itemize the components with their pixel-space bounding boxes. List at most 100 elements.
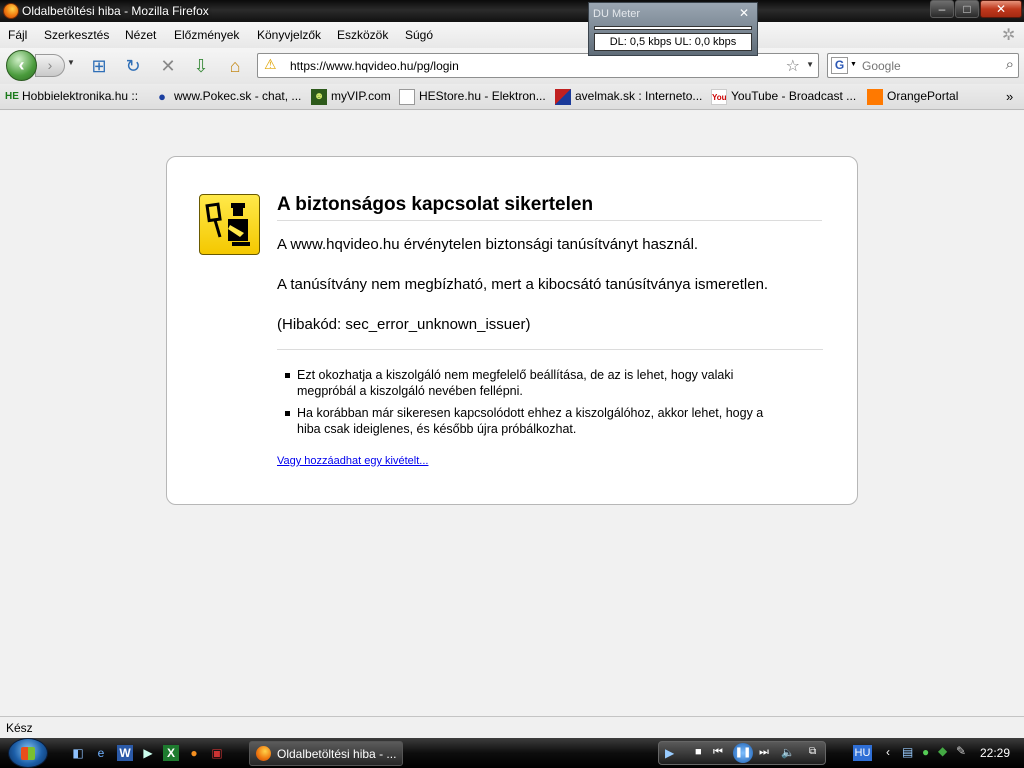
windows-logo-icon — [21, 747, 35, 760]
media-pause-icon[interactable]: ❚❚ — [733, 743, 753, 763]
forward-button[interactable]: › — [35, 54, 65, 77]
back-button[interactable]: ‹ — [6, 50, 37, 81]
system-tray: HU ‹ ▤ ● ◆ ✎ 22:29 — [850, 738, 1024, 768]
error-code: (Hibakód: sec_error_unknown_issuer) — [277, 316, 531, 333]
taskbar: ◧ e W ▶ X ● ▣ Oldalbetöltési hiba - ... … — [0, 738, 1024, 768]
du-meter-title: DU Meter — [593, 8, 641, 20]
menu-bookmarks[interactable]: Könyvjelzők — [257, 28, 321, 42]
download-icon[interactable]: ⇩ — [190, 55, 212, 77]
messenger-icon[interactable]: ● — [922, 745, 929, 759]
start-button[interactable] — [8, 738, 48, 768]
he-icon: HE — [5, 91, 19, 102]
bookmark-item[interactable]: avelmak.sk : Interneto... — [555, 89, 702, 105]
media-volume-icon[interactable]: 🔈 — [781, 746, 795, 759]
url-dropdown-icon[interactable]: ▼ — [806, 60, 814, 69]
error-description: A www.hqvideo.hu érvénytelen biztonsági … — [277, 236, 699, 253]
search-engine-icon[interactable]: G — [831, 57, 848, 74]
excel-icon[interactable]: X — [163, 745, 179, 761]
new-tab-icon[interactable]: ⊞ — [88, 55, 110, 77]
menu-view[interactable]: Nézet — [125, 28, 156, 42]
bookmark-star-icon[interactable]: ☆ — [786, 56, 800, 76]
error-title: A biztonságos kapcsolat sikertelen — [277, 194, 822, 221]
clock[interactable]: 22:29 — [980, 746, 1010, 760]
menu-edit[interactable]: Szerkesztés — [44, 28, 109, 42]
list-item: Ezt okozhatja a kiszolgáló nem megfelelő… — [285, 367, 777, 399]
throbber-icon: ✲ — [1002, 27, 1016, 44]
window-titlebar: Oldalbetöltési hiba - Mozilla Firefox – … — [0, 0, 1024, 22]
du-meter-close-button[interactable]: ✕ — [739, 6, 749, 20]
add-exception-link[interactable]: Vagy hozzáadhat egy kivételt... — [277, 455, 428, 467]
history-dropdown-icon[interactable]: ▼ — [67, 58, 75, 67]
du-meter-widget[interactable]: DU Meter ✕ DL: 0,5 kbps UL: 0,0 kbps — [588, 2, 758, 56]
firefox-task-icon — [256, 746, 271, 761]
home-icon[interactable]: ⌂ — [224, 55, 246, 77]
menu-tools[interactable]: Eszközök — [337, 28, 388, 42]
menu-bar: Fájl Szerkesztés Nézet Előzmények Könyvj… — [0, 22, 1024, 48]
bookmark-item[interactable]: ☻ myVIP.com — [311, 89, 391, 105]
bookmark-label: avelmak.sk : Interneto... — [575, 89, 703, 103]
menu-help[interactable]: Súgó — [405, 28, 433, 42]
media-next-icon[interactable]: ⏭ — [759, 746, 769, 759]
stop-icon[interactable]: ✕ — [157, 55, 179, 77]
address-bar[interactable]: ⚠ ☆ ▼ — [257, 53, 819, 78]
minimize-button[interactable]: – — [930, 0, 954, 18]
media-restore-icon[interactable]: ⧉ — [809, 746, 816, 757]
bookmarks-overflow-button[interactable]: » — [1006, 89, 1013, 105]
error-page-container: A biztonságos kapcsolat sikertelen A www… — [166, 156, 858, 505]
show-desktop-icon[interactable]: ◧ — [70, 745, 86, 761]
search-icon[interactable]: ⌕ — [1006, 56, 1014, 73]
status-bar: Kész — [0, 716, 1024, 738]
page-content: A biztonságos kapcsolat sikertelen A www… — [0, 111, 1024, 716]
menu-history[interactable]: Előzmények — [174, 28, 239, 42]
firefox-quicklaunch-icon[interactable]: ● — [186, 745, 202, 761]
error-reason: A tanúsítvány nem megbízható, mert a kib… — [277, 276, 769, 293]
url-input[interactable] — [290, 59, 760, 73]
media-stop-icon[interactable]: ■ — [695, 746, 702, 758]
taskbar-window-label: Oldalbetöltési hiba - ... — [277, 747, 397, 761]
status-text: Kész — [6, 721, 33, 735]
bookmark-item[interactable]: OrangePortal — [867, 89, 958, 105]
bookmark-item[interactable]: ● www.Pokec.sk - chat, ... — [154, 89, 301, 105]
bookmark-item[interactable]: You YouTube - Broadcast ... — [711, 89, 856, 105]
bookmark-item[interactable]: HE Hobbielektronika.hu :: — [5, 89, 138, 105]
divider — [277, 349, 823, 350]
maximize-button[interactable]: □ — [955, 0, 979, 18]
bookmark-item[interactable]: HEStore.hu - Elektron... — [399, 89, 546, 105]
tray-expand-icon[interactable]: ‹ — [886, 745, 890, 759]
bookmark-label: myVIP.com — [331, 89, 391, 103]
pokec-icon: ● — [158, 89, 166, 104]
search-engine-dropdown-icon[interactable]: ▼ — [850, 61, 857, 68]
avelmak-icon — [555, 89, 571, 105]
close-button[interactable]: ✕ — [980, 0, 1022, 18]
media-play-small-icon[interactable]: ▶ — [665, 746, 674, 760]
youtube-icon: You — [711, 89, 727, 105]
myvip-icon: ☻ — [311, 89, 327, 105]
security-officer-icon — [199, 194, 260, 255]
bookmark-label: OrangePortal — [887, 89, 959, 103]
menu-file[interactable]: Fájl — [8, 28, 27, 42]
media-player-icon[interactable]: ▶ — [140, 745, 156, 761]
network-icon[interactable]: ▤ — [902, 745, 913, 759]
du-meter-graph — [594, 26, 752, 30]
search-box[interactable]: G ▼ ⌕ — [827, 53, 1019, 78]
floppy-icon[interactable]: ▣ — [209, 745, 225, 761]
du-meter-readout: DL: 0,5 kbps UL: 0,0 kbps — [594, 33, 752, 51]
list-item: Ha korábban már sikeresen kapcsolódott e… — [285, 405, 777, 437]
media-previous-icon[interactable]: ⏮ — [713, 746, 723, 759]
media-player-toolbar[interactable]: ▶ ■ ⏮ ❚❚ ⏭ 🔈 ⧉ — [658, 741, 826, 765]
bookmark-label: www.Pokec.sk - chat, ... — [174, 89, 302, 103]
internet-explorer-icon[interactable]: e — [93, 745, 109, 761]
orange-icon — [867, 89, 883, 105]
word-icon[interactable]: W — [117, 745, 133, 761]
safely-remove-icon[interactable]: ◆ — [938, 744, 947, 758]
pen-icon[interactable]: ✎ — [956, 744, 966, 758]
bookmark-label: YouTube - Broadcast ... — [731, 89, 857, 103]
taskbar-window-firefox[interactable]: Oldalbetöltési hiba - ... — [249, 741, 403, 766]
reload-icon[interactable]: ↻ — [122, 55, 144, 77]
language-indicator[interactable]: HU — [853, 745, 872, 761]
search-input[interactable] — [862, 59, 992, 73]
security-warning-icon[interactable]: ⚠ — [264, 56, 277, 73]
page-icon — [399, 89, 415, 105]
firefox-logo-icon — [3, 3, 19, 19]
bookmarks-toolbar: HE Hobbielektronika.hu :: ● www.Pokec.sk -… — [0, 84, 1024, 110]
